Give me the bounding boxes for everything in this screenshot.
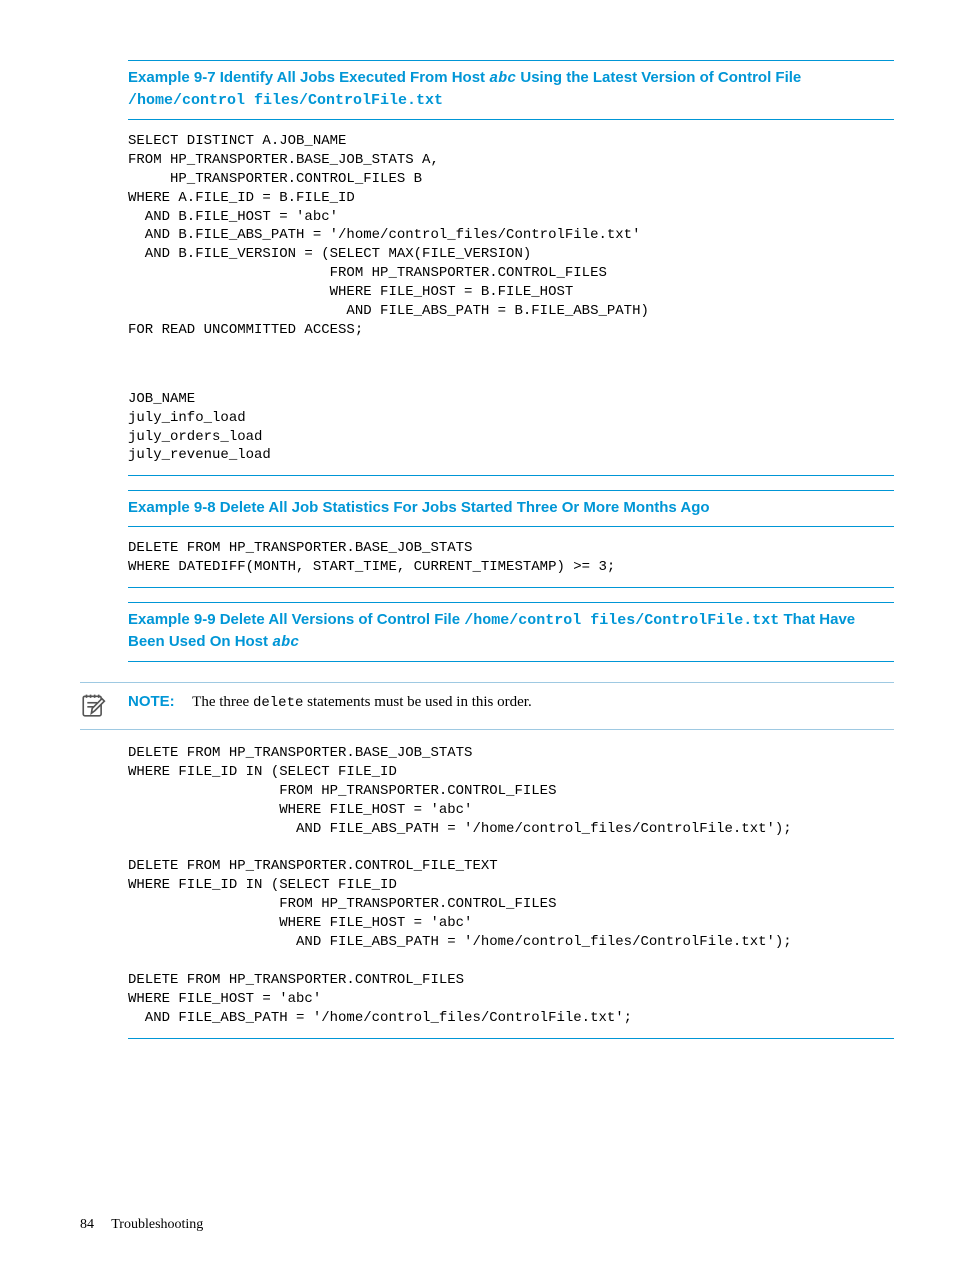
heading-path: /home/control files/ControlFile.txt xyxy=(128,92,443,109)
example-9-7-code: SELECT DISTINCT A.JOB_NAME FROM HP_TRANS… xyxy=(128,128,894,350)
heading-text: Example 9-9 Delete All Versions of Contr… xyxy=(128,611,464,628)
note-text: NOTE: The three delete statements must b… xyxy=(128,691,532,714)
note-body-a: The three xyxy=(192,694,253,710)
page-footer: 84 Troubleshooting xyxy=(80,1217,203,1233)
example-9-8-code: DELETE FROM HP_TRANSPORTER.BASE_JOB_STAT… xyxy=(128,535,894,588)
heading-host: abc xyxy=(272,634,299,651)
example-9-9-code: DELETE FROM HP_TRANSPORTER.BASE_JOB_STAT… xyxy=(128,740,894,1038)
note-block: NOTE: The three delete statements must b… xyxy=(80,682,894,730)
heading-path: /home/control files/ControlFile.txt xyxy=(464,612,779,629)
note-body-b: delete xyxy=(253,695,303,711)
heading-host: abc xyxy=(489,70,516,87)
note-label: NOTE: xyxy=(128,693,175,710)
example-9-7-result: JOB_NAME july_info_load july_orders_load… xyxy=(128,386,894,477)
example-9-9-heading: Example 9-9 Delete All Versions of Contr… xyxy=(128,602,894,662)
page: Example 9-7 Identify All Jobs Executed F… xyxy=(0,0,954,1271)
example-9-7-heading: Example 9-7 Identify All Jobs Executed F… xyxy=(128,60,894,120)
footer-section: Troubleshooting xyxy=(111,1217,203,1232)
example-9-8-heading: Example 9-8 Delete All Job Statistics Fo… xyxy=(128,490,894,527)
note-body-c: statements must be used in this order. xyxy=(303,694,531,710)
heading-text: Using the Latest Version of Control File xyxy=(516,69,801,86)
page-number: 84 xyxy=(80,1217,94,1232)
note-icon xyxy=(80,693,128,719)
heading-text: Example 9-7 Identify All Jobs Executed F… xyxy=(128,69,489,86)
